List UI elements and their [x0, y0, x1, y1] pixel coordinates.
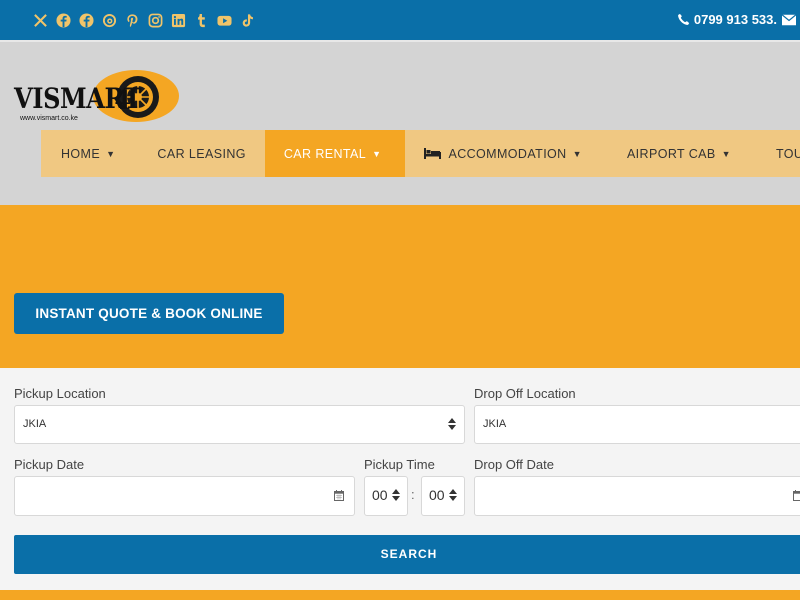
hero-banner: INSTANT QUOTE & BOOK ONLINE: [0, 205, 800, 368]
nav-item-car-rental[interactable]: CAR RENTAL ▼: [264, 130, 406, 177]
dropoff-location-label: Drop Off Location: [474, 386, 576, 401]
tiktok-icon[interactable]: [239, 12, 256, 29]
pickup-date-input[interactable]: [14, 476, 355, 516]
linkedin-icon[interactable]: [170, 12, 187, 29]
nav-item-accommodation[interactable]: ACCOMMODATION ▼: [405, 130, 626, 177]
threads-icon[interactable]: [101, 12, 118, 29]
instagram-icon[interactable]: [147, 12, 164, 29]
main-nav: HOME ▼ CAR LEASING CAR RENTAL ▼ ACCOMMODAT…: [41, 130, 800, 177]
chevron-down-icon: ▼: [372, 148, 382, 159]
nav-item-car-leasing[interactable]: CAR LEASING: [135, 130, 264, 177]
instant-quote-button[interactable]: INSTANT QUOTE & BOOK ONLINE: [14, 293, 284, 334]
select-arrows-icon: [448, 418, 456, 430]
search-button[interactable]: SEARCH: [14, 535, 800, 574]
nav-item-home[interactable]: HOME ▼: [41, 130, 135, 177]
facebook-icon[interactable]: [55, 12, 72, 29]
pickup-hour-select[interactable]: 00: [364, 476, 408, 516]
pickup-time-label: Pickup Time: [364, 457, 435, 472]
youtube-icon[interactable]: [216, 12, 233, 29]
select-arrows-icon: [392, 489, 400, 501]
chevron-down-icon: ▼: [106, 148, 116, 159]
chevron-down-icon: ▼: [721, 148, 731, 159]
nav-item-airport-cab[interactable]: AIRPORT CAB ▼: [627, 130, 776, 177]
select-arrows-icon: [449, 489, 457, 501]
pinterest-icon[interactable]: [124, 12, 141, 29]
facebook-icon[interactable]: [78, 12, 95, 29]
chevron-down-icon: ▼: [572, 148, 582, 159]
booking-form: Pickup Location JKIA Drop Off Location J…: [0, 368, 800, 590]
dropoff-date-input[interactable]: [474, 476, 800, 516]
phone-icon: [677, 13, 690, 25]
dropoff-location-select[interactable]: JKIA: [474, 405, 800, 444]
logo-url: www.vismart.co.ke: [20, 115, 78, 122]
bed-icon: [424, 148, 442, 159]
x-icon[interactable]: [32, 12, 49, 29]
pickup-location-label: Pickup Location: [14, 386, 106, 401]
nav-item-tours-travel[interactable]: TOURS & TRAV: [776, 130, 800, 177]
dropoff-date-label: Drop Off Date: [474, 457, 554, 472]
time-separator: :: [411, 487, 415, 502]
top-bar: 0799 913 533.: [0, 0, 800, 40]
site-logo[interactable]: 4 VISMART www.vismart.co.ke: [14, 69, 184, 129]
pickup-date-label: Pickup Date: [14, 457, 85, 472]
social-links: [32, 12, 256, 29]
pickup-location-select[interactable]: JKIA: [14, 405, 465, 444]
calendar-icon: [334, 490, 344, 501]
pickup-minute-select[interactable]: 00: [421, 476, 465, 516]
logo-wordmark: VISMART: [14, 82, 142, 115]
calendar-icon: [793, 490, 800, 501]
site-header: 4 VISMART www.vismart.co.ke HOME ▼ CAR LE…: [0, 40, 800, 205]
mail-icon[interactable]: [782, 13, 796, 26]
tumblr-icon[interactable]: [193, 12, 210, 29]
contact-info: 0799 913 533.: [677, 12, 800, 27]
phone-number[interactable]: 0799 913 533.: [694, 12, 777, 27]
footer-strip: [0, 590, 800, 600]
